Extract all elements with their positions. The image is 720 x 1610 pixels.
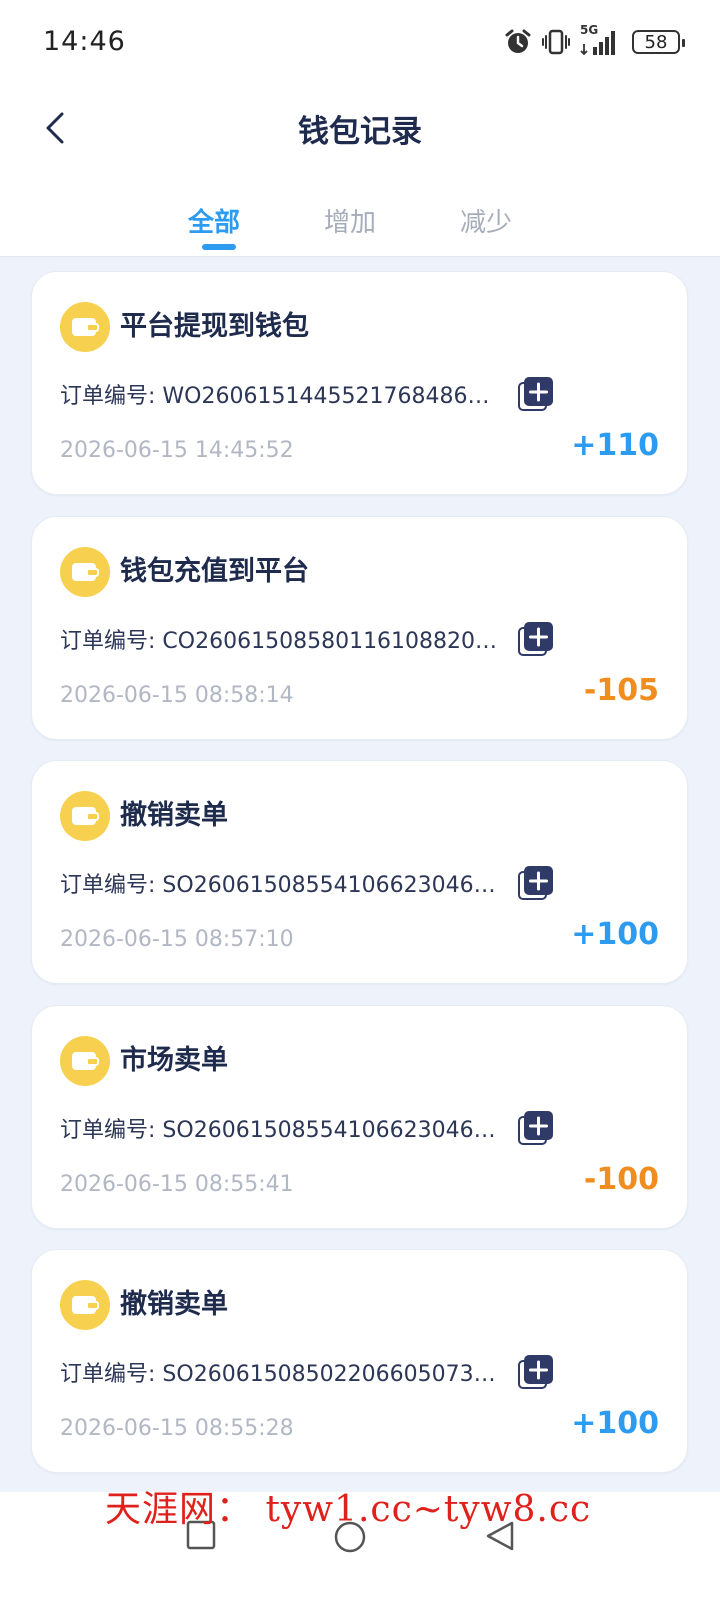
- vibrate-icon: [542, 29, 570, 55]
- watermark-text: 天涯网： tyw1.cc~tyw8.cc: [105, 1489, 592, 1530]
- signal-icon: 5G: [580, 23, 622, 57]
- order-value: CO2606150858011610882033: [162, 629, 500, 654]
- wallet-icon: [60, 1280, 110, 1330]
- record-amount: -105: [583, 673, 659, 708]
- status-icons: 5G 58: [504, 23, 685, 60]
- record-title: 平台提现到钱包: [120, 311, 309, 342]
- order-label: 订单编号:: [60, 384, 156, 409]
- battery-icon: 58: [632, 30, 685, 54]
- record-title: 钱包充值到平台: [120, 556, 309, 587]
- status-time: 14:46: [43, 26, 126, 57]
- battery-level: 58: [644, 31, 668, 53]
- order-number: 订单编号: SO2606150850220660507307: [60, 1356, 500, 1388]
- nav-header: 钱包记录: [0, 88, 720, 168]
- copy-icon: [518, 866, 553, 900]
- tab-bar: 全部 增加 减少: [0, 188, 720, 256]
- record-card[interactable]: 市场卖单 订单编号: SO2606150855410662304666 2026…: [31, 1005, 688, 1229]
- record-time: 2026-06-15 08:55:41: [60, 1172, 294, 1197]
- order-value: SO2606150855410662304666: [162, 873, 500, 898]
- order-label: 订单编号:: [60, 629, 156, 654]
- copy-button[interactable]: [518, 865, 554, 901]
- order-number: 订单编号: WO2606151445521768486​8…: [60, 378, 500, 410]
- record-time: 2026-06-15 08:58:14: [60, 683, 294, 708]
- copy-icon: [518, 377, 553, 411]
- record-card[interactable]: 撤销卖单 订单编号: SO2606150855410662304666 2026…: [31, 760, 688, 984]
- record-amount: +100: [571, 917, 659, 952]
- tab-increase[interactable]: 增加: [324, 202, 376, 239]
- copy-button[interactable]: [518, 1354, 554, 1390]
- copy-button[interactable]: [518, 376, 554, 412]
- record-title: 撤销卖单: [120, 800, 228, 831]
- record-amount: +110: [571, 428, 659, 463]
- copy-icon: [518, 622, 553, 656]
- record-amount: -100: [583, 1162, 659, 1197]
- top-bar: 14:46 5G 58 钱包记录 全部 增加 减少: [0, 0, 720, 257]
- copy-button[interactable]: [518, 621, 554, 657]
- tab-decrease[interactable]: 减少: [460, 202, 512, 239]
- tab-all[interactable]: 全部: [188, 202, 240, 239]
- order-number: 订单编号: CO2606150858011610882033: [60, 623, 500, 655]
- record-title: 撤销卖单: [120, 1289, 228, 1320]
- order-label: 订单编号:: [60, 873, 156, 898]
- order-label: 订单编号:: [60, 1118, 156, 1143]
- copy-button[interactable]: [518, 1110, 554, 1146]
- record-time: 2026-06-15 08:55:28: [60, 1416, 294, 1441]
- record-amount: +100: [571, 1406, 659, 1441]
- wallet-icon: [60, 1036, 110, 1086]
- order-number: 订单编号: SO2606150855410662304666: [60, 1112, 500, 1144]
- order-label: 订单编号:: [60, 1362, 156, 1387]
- order-value: WO2606151445521768486​8…: [162, 384, 500, 409]
- wallet-icon: [60, 547, 110, 597]
- record-time: 2026-06-15 14:45:52: [60, 438, 294, 463]
- alarm-icon: [505, 29, 531, 53]
- record-time: 2026-06-15 08:57:10: [60, 927, 294, 952]
- order-number: 订单编号: SO2606150855410662304666: [60, 867, 500, 899]
- order-value: SO2606150850220660507307: [162, 1362, 500, 1387]
- record-card[interactable]: 钱包充值到平台 订单编号: CO2606150858011610882033 2…: [31, 516, 688, 740]
- record-title: 市场卖单: [120, 1045, 228, 1076]
- wallet-icon: [60, 302, 110, 352]
- record-card[interactable]: 撤销卖单 订单编号: SO2606150850220660507307 2026…: [31, 1249, 688, 1473]
- order-value: SO2606150855410662304666: [162, 1118, 500, 1143]
- copy-icon: [518, 1111, 553, 1145]
- tab-active-indicator: [202, 244, 236, 250]
- record-card[interactable]: 平台提现到钱包 订单编号: WO2606151445521768486​8… 2…: [31, 271, 688, 495]
- page-title: 钱包记录: [298, 114, 422, 150]
- wallet-icon: [60, 791, 110, 841]
- status-bar: 14:46 5G 58: [0, 0, 720, 84]
- copy-icon: [518, 1355, 553, 1389]
